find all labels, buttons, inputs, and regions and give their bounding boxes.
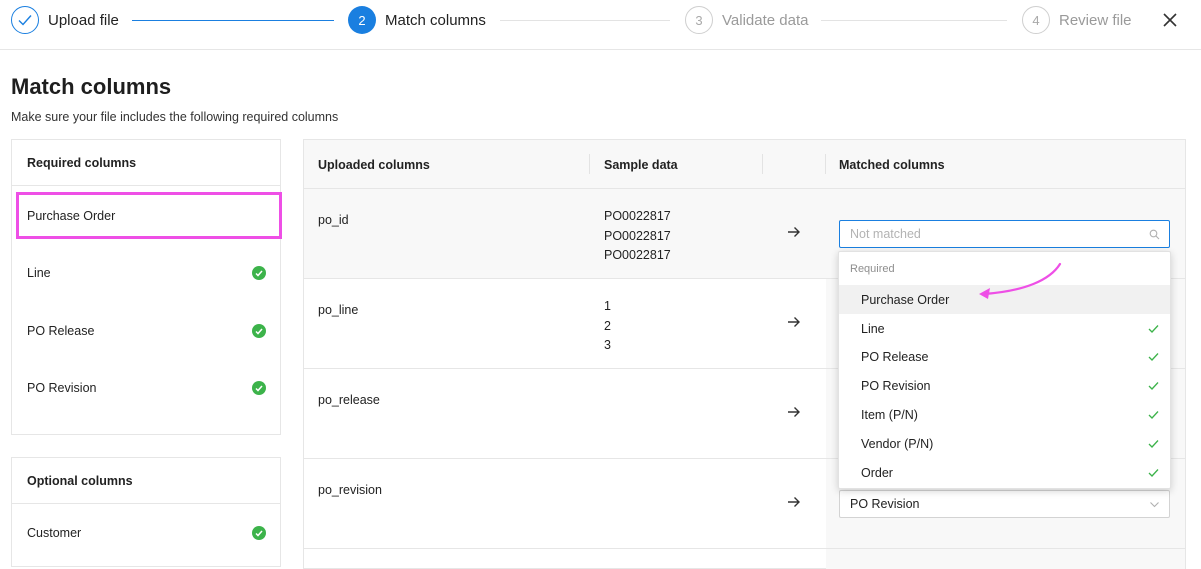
sample-value: 1 <box>604 299 611 313</box>
option-label: Purchase Order <box>861 292 950 307</box>
required-item-line: Line <box>12 250 280 296</box>
panel-header: Required columns <box>12 140 280 186</box>
check-icon <box>1148 409 1159 419</box>
check-icon <box>1148 351 1159 361</box>
select-value: PO Revision <box>850 497 920 511</box>
uploaded-column-name: po_revision <box>318 483 382 497</box>
table-header-row: Uploaded columns Sample data Matched col… <box>304 140 1185 189</box>
step-label: Upload file <box>48 11 119 29</box>
dropdown-option-vendor-pn[interactable]: Vendor (P/N) <box>839 429 1170 458</box>
step-connector <box>821 20 1007 21</box>
step-connector <box>500 20 670 21</box>
step-review-file[interactable]: 4 Review file <box>1022 6 1132 34</box>
check-circle-icon <box>252 266 266 280</box>
header-matched-columns: Matched columns <box>839 157 945 172</box>
sample-value: PO0022817 <box>604 209 671 223</box>
step-match-columns[interactable]: 2 Match columns <box>348 6 486 34</box>
sample-value: 2 <box>604 318 611 333</box>
dropdown-option-line[interactable]: Line <box>839 314 1170 343</box>
dropdown-group-label: Required <box>850 263 895 275</box>
option-label: Vendor (P/N) <box>861 436 934 451</box>
optional-item-label: Customer <box>27 526 82 540</box>
step-number: 3 <box>685 6 713 34</box>
step-upload-file[interactable]: Upload file <box>11 6 119 34</box>
step-validate-data[interactable]: 3 Validate data <box>685 6 808 34</box>
arrow-right-icon <box>786 405 802 419</box>
sample-data: 1 2 3 <box>604 297 611 356</box>
arrow-right-icon <box>786 315 802 329</box>
sample-value: PO0022817 <box>604 248 671 262</box>
check-icon <box>1148 380 1159 390</box>
header-sample-data: Sample data <box>604 157 678 172</box>
page-subtitle: Make sure your file includes the followi… <box>11 110 339 124</box>
check-icon <box>1148 438 1159 448</box>
annotation-highlight-box <box>16 192 282 239</box>
option-label: PO Revision <box>861 378 931 393</box>
option-label: Item (P/N) <box>861 407 918 422</box>
step-label: Match columns <box>385 11 486 29</box>
stepper: Upload file 2 Match columns 3 Validate d… <box>0 0 1201 50</box>
sample-value: 3 <box>604 338 611 352</box>
required-item-label: Line <box>27 266 51 280</box>
sample-data: PO0022817 PO0022817 PO0022817 <box>604 207 671 266</box>
step-label: Validate data <box>722 11 809 29</box>
required-columns-panel: Required columns Purchase Order Line PO … <box>11 139 281 435</box>
uploaded-column-name: po_line <box>318 303 359 317</box>
search-icon <box>1149 229 1160 240</box>
header-divider <box>762 154 763 174</box>
check-circle-icon <box>252 526 266 540</box>
check-icon <box>1148 467 1159 477</box>
required-item-po-release: PO Release <box>12 308 280 354</box>
dropdown-option-order[interactable]: Order <box>839 458 1170 487</box>
required-item-label: PO Release <box>27 324 95 338</box>
required-item-label: PO Revision <box>27 381 97 395</box>
panel-header: Optional columns <box>12 458 280 504</box>
check-icon <box>1148 323 1159 333</box>
check-circle-icon <box>252 324 266 338</box>
option-label: PO Release <box>861 349 929 364</box>
step-number: 2 <box>348 6 376 34</box>
matched-column-select-po-revision[interactable]: PO Revision <box>839 490 1170 518</box>
check-circle-icon <box>252 381 266 395</box>
dropdown-option-item-pn[interactable]: Item (P/N) <box>839 400 1170 429</box>
required-item-po-revision: PO Revision <box>12 365 280 411</box>
optional-columns-panel: Optional columns Customer <box>11 457 281 567</box>
step-label: Review file <box>1059 11 1132 29</box>
dropdown-option-po-revision[interactable]: PO Revision <box>839 371 1170 400</box>
uploaded-column-name: po_id <box>318 213 349 227</box>
dropdown-option-po-release[interactable]: PO Release <box>839 342 1170 371</box>
annotation-arrow-icon <box>979 262 1062 299</box>
arrow-right-icon <box>786 225 802 239</box>
header-uploaded-columns: Uploaded columns <box>318 157 430 172</box>
optional-item-customer: Customer <box>12 510 280 556</box>
option-label: Order <box>861 465 893 480</box>
step-number: 4 <box>1022 6 1050 34</box>
matched-column-select-po-id[interactable]: Not matched <box>839 220 1170 248</box>
close-icon[interactable] <box>1158 8 1182 32</box>
chevron-down-icon <box>1149 499 1160 510</box>
arrow-right-icon <box>786 495 802 509</box>
uploaded-column-name: po_release <box>318 393 380 407</box>
option-label: Line <box>861 321 885 336</box>
sample-value: PO0022817 <box>604 228 671 243</box>
check-icon <box>11 6 39 34</box>
page-title: Match columns <box>11 74 172 99</box>
select-placeholder: Not matched <box>850 227 921 241</box>
step-connector <box>132 20 334 21</box>
